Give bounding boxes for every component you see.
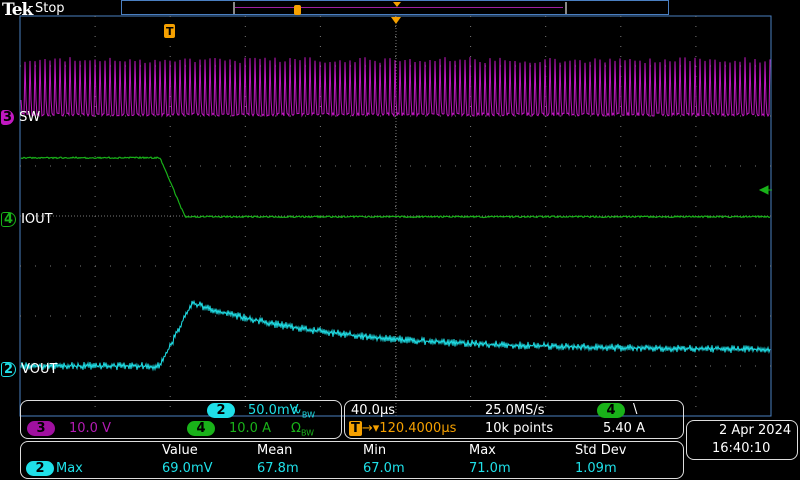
ch3-badge[interactable]: 3 — [27, 421, 55, 436]
ch3-marker[interactable]: 3 SW — [1, 106, 40, 125]
ch4-label: IOUT — [21, 212, 53, 227]
header-max: Max — [469, 443, 496, 458]
ch4-scale[interactable]: 10.0 A — [229, 421, 271, 436]
trigger-source-badge[interactable]: 4 — [597, 403, 625, 418]
vertical-settings-panel[interactable]: 2 50.0mV ∿BW 3 10.0 V 4 10.0 A ΩBW — [20, 400, 342, 439]
ch2-marker[interactable]: 2 VOUT — [1, 358, 57, 377]
ch4-badge[interactable]: 4 — [187, 421, 215, 436]
ch3-waveform — [21, 57, 770, 116]
time: 16:40:10 — [712, 441, 770, 456]
measurement-min: 67.0m — [363, 461, 405, 476]
sample-rate: 25.0MS/s — [485, 403, 545, 418]
trigger-level[interactable]: 5.40 A — [603, 421, 645, 436]
datetime-panel: 2 Apr 2024 16:40:10 — [686, 420, 798, 460]
expansion-marker-icon — [391, 17, 401, 24]
measurement-source-badge: 2 — [26, 461, 54, 476]
ch3-scale[interactable]: 10.0 V — [69, 421, 111, 436]
date: 2 Apr 2024 — [719, 423, 791, 438]
measurement-std-dev: 1.09m — [575, 461, 617, 476]
svg-text:T: T — [166, 25, 174, 38]
horizontal-delay[interactable]: T →▾120.4000µs — [349, 421, 456, 436]
record-length: 10k points — [485, 421, 553, 436]
header-mean: Mean — [257, 443, 292, 458]
ch4-bw-limit: ΩBW — [291, 421, 314, 438]
ch2-badge[interactable]: 2 — [207, 403, 235, 418]
time-per-div[interactable]: 40.0µs — [351, 403, 395, 418]
ch3-label: SW — [19, 110, 40, 125]
horizontal-trigger-panel[interactable]: 40.0µs 25.0MS/s 4 \ T →▾120.4000µs 10k po… — [344, 400, 684, 439]
ch4-marker[interactable]: 4 IOUT — [1, 208, 53, 227]
measurement-max: 71.0m — [469, 461, 511, 476]
ch2-waveform — [21, 301, 770, 370]
trigger-slope-icon[interactable]: \ — [633, 402, 637, 417]
measurement-name: Max — [56, 461, 83, 476]
header-std-dev: Std Dev — [575, 443, 626, 458]
measurement-mean: 67.8m — [257, 461, 299, 476]
measurement-panel[interactable]: Value Mean Min Max Std Dev 2 Max 69.0mV … — [20, 441, 684, 479]
ch2-bw-limit: ∿BW — [291, 403, 315, 420]
ch2-label: VOUT — [21, 362, 57, 377]
measurement-value: 69.0mV — [162, 461, 213, 476]
trigger-level-icon — [760, 186, 772, 194]
header-min: Min — [363, 443, 386, 458]
header-value: Value — [162, 443, 198, 458]
